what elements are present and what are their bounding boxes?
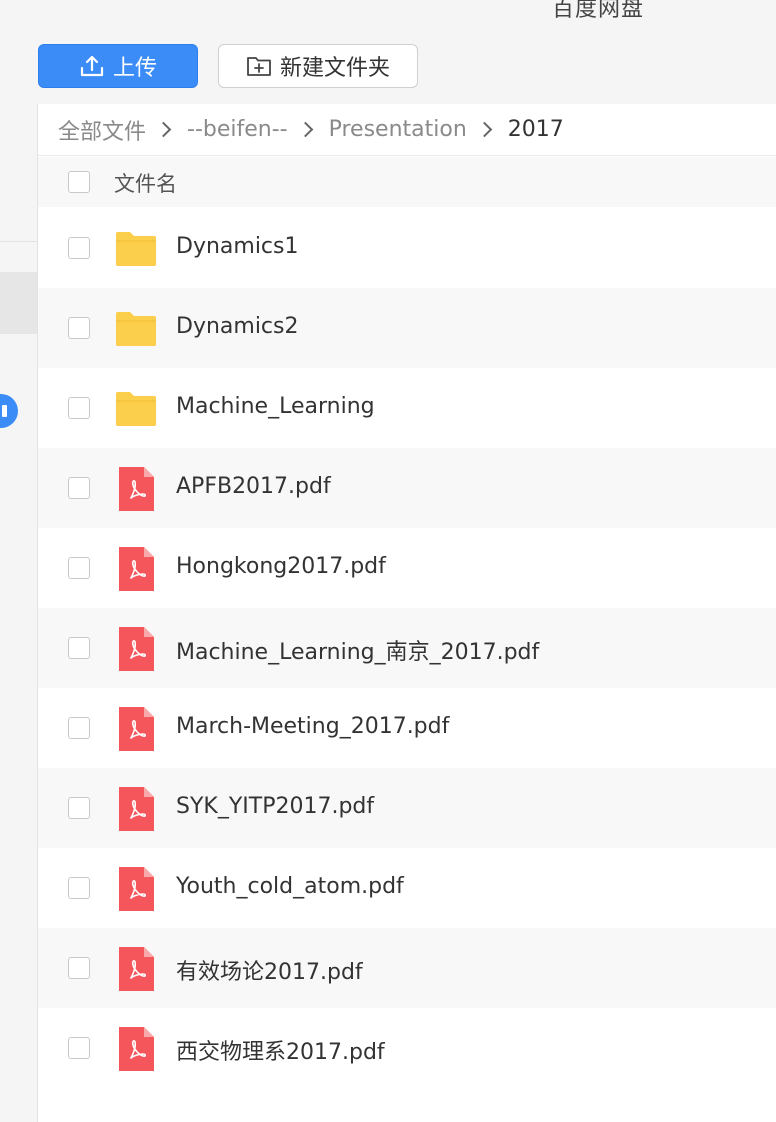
pdf-icon <box>114 626 160 671</box>
file-name[interactable]: SYK_YITP2017.pdf <box>176 794 374 819</box>
breadcrumb-item-all-files[interactable]: 全部文件 <box>58 114 146 146</box>
file-name[interactable]: Machine_Learning <box>176 394 375 419</box>
file-row-checkbox[interactable] <box>68 1037 90 1059</box>
file-name[interactable]: Dynamics1 <box>176 234 298 259</box>
new-folder-button[interactable]: 新建文件夹 <box>218 44 418 88</box>
file-row-checkbox[interactable] <box>68 397 90 419</box>
main-content: 全部文件 --beifen-- Presentation 2017 文件名 Dy… <box>38 104 776 1122</box>
upload-icon <box>79 53 113 79</box>
sidebar <box>0 104 38 1122</box>
pdf-icon <box>114 786 160 831</box>
column-header-filename[interactable]: 文件名 <box>114 168 177 198</box>
breadcrumb-item-current: 2017 <box>507 117 564 142</box>
file-row[interactable]: Machine_Learning_南京_2017.pdf <box>38 608 776 688</box>
upload-button-label: 上传 <box>112 56 157 81</box>
pdf-icon <box>114 946 160 991</box>
chevron-right-icon <box>297 121 313 138</box>
file-row[interactable]: Youth_cold_atom.pdf <box>38 848 776 928</box>
file-row[interactable]: Dynamics1 <box>38 208 776 288</box>
file-row[interactable]: 西交物理系2017.pdf <box>38 1008 776 1088</box>
file-row-checkbox[interactable] <box>68 717 90 739</box>
file-row[interactable]: SYK_YITP2017.pdf <box>38 768 776 848</box>
breadcrumb: 全部文件 --beifen-- Presentation 2017 <box>38 104 776 156</box>
chevron-right-icon <box>476 121 493 138</box>
file-row-checkbox[interactable] <box>68 317 90 339</box>
file-name[interactable]: March-Meeting_2017.pdf <box>176 714 449 739</box>
file-row-checkbox[interactable] <box>68 557 90 579</box>
file-name[interactable]: APFB2017.pdf <box>176 474 331 499</box>
file-row[interactable]: Dynamics2 <box>38 288 776 368</box>
file-name[interactable]: 西交物理系2017.pdf <box>176 1034 385 1066</box>
pdf-icon <box>114 706 160 751</box>
breadcrumb-item-presentation[interactable]: Presentation <box>329 117 467 142</box>
file-name[interactable]: Hongkong2017.pdf <box>176 554 386 579</box>
pdf-icon <box>114 546 160 591</box>
file-list-header: 文件名 <box>38 157 776 207</box>
folder-icon <box>114 306 160 350</box>
folder-icon <box>114 386 160 430</box>
file-row[interactable]: Machine_Learning <box>38 368 776 448</box>
file-row-checkbox[interactable] <box>68 237 90 259</box>
pdf-icon <box>114 466 160 511</box>
new-folder-button-label: 新建文件夹 <box>279 56 390 81</box>
file-row[interactable]: March-Meeting_2017.pdf <box>38 688 776 768</box>
file-row-checkbox[interactable] <box>68 797 90 819</box>
file-name[interactable]: Dynamics2 <box>176 314 298 339</box>
file-row[interactable]: APFB2017.pdf <box>38 448 776 528</box>
file-name[interactable]: 有效场论2017.pdf <box>176 954 363 986</box>
app-title: 百度网盘 <box>552 0 645 22</box>
select-all-checkbox[interactable] <box>68 171 90 193</box>
file-name[interactable]: Youth_cold_atom.pdf <box>176 874 404 899</box>
upload-button[interactable]: 上传 <box>38 44 198 88</box>
sidebar-divider <box>0 241 37 242</box>
sidebar-item-selected[interactable] <box>0 272 37 334</box>
folder-icon <box>114 226 160 270</box>
pdf-icon <box>114 866 160 911</box>
file-row-checkbox[interactable] <box>68 957 90 979</box>
file-row-checkbox[interactable] <box>68 877 90 899</box>
chevron-right-icon <box>155 121 172 138</box>
new-folder-icon <box>246 54 280 78</box>
breadcrumb-item-beifen[interactable]: --beifen-- <box>187 117 288 142</box>
file-row[interactable]: 有效场论2017.pdf <box>38 928 776 1008</box>
file-name[interactable]: Machine_Learning_南京_2017.pdf <box>176 634 539 666</box>
file-row-checkbox[interactable] <box>68 637 90 659</box>
file-row[interactable]: Hongkong2017.pdf <box>38 528 776 608</box>
pdf-icon <box>114 1026 160 1071</box>
file-row-checkbox[interactable] <box>68 477 90 499</box>
toolbar: 百度网盘 上传 新建文件夹 <box>0 0 776 104</box>
